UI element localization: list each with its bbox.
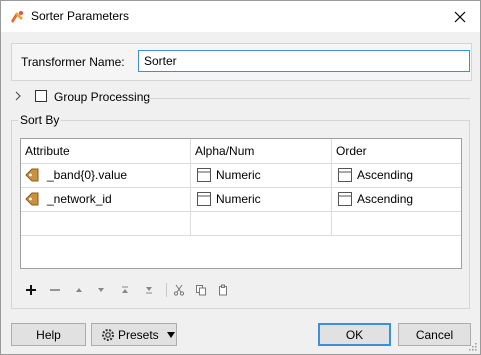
title-bar: Sorter Parameters <box>1 1 480 32</box>
transformer-name-panel: Transformer Name: <box>11 43 472 81</box>
attribute-cell[interactable] <box>21 211 191 235</box>
table-header-row: Attribute Alpha/Num Order <box>21 139 461 164</box>
remove-icon <box>50 289 60 291</box>
order-cell[interactable]: Ascending <box>332 187 461 211</box>
table-row[interactable]: _band{0}.value Numeric Ascending <box>21 163 461 188</box>
divider <box>147 98 470 99</box>
cut-button[interactable] <box>171 281 187 299</box>
move-top-icon <box>122 286 128 293</box>
cancel-button[interactable]: Cancel <box>398 323 471 346</box>
copy-icon <box>196 285 206 296</box>
column-header-alpha-num[interactable]: Alpha/Num <box>191 139 332 163</box>
dropdown-field-icon <box>338 168 352 182</box>
table-row[interactable]: _network_id Numeric Ascending <box>21 187 461 212</box>
group-processing-checkbox[interactable] <box>35 90 47 102</box>
close-button[interactable] <box>440 1 480 32</box>
presets-label: Presets <box>118 327 159 342</box>
attribute-icon <box>25 192 39 206</box>
chevron-right-icon[interactable] <box>12 90 24 102</box>
move-up-button[interactable] <box>71 281 87 299</box>
order-value: Ascending <box>357 168 414 182</box>
copy-button[interactable] <box>193 281 209 299</box>
column-header-attribute[interactable]: Attribute <box>21 139 191 163</box>
ok-button[interactable]: OK <box>318 323 391 346</box>
move-top-button[interactable] <box>117 281 133 299</box>
help-button[interactable]: Help <box>11 323 86 346</box>
sort-by-table: Attribute Alpha/Num Order _band{0}.value… <box>20 138 462 269</box>
dropdown-field-icon <box>338 192 352 206</box>
alpha-num-cell[interactable]: Numeric <box>191 187 332 211</box>
attribute-value: _band{0}.value <box>47 168 128 182</box>
alpha-num-value: Numeric <box>216 192 261 206</box>
move-down-icon <box>98 288 104 292</box>
move-down-button[interactable] <box>93 281 109 299</box>
move-up-icon <box>76 288 82 292</box>
sorter-parameters-dialog: Sorter Parameters Transformer Name: Grou… <box>0 0 481 355</box>
sort-by-label: Sort By <box>18 113 62 127</box>
add-icon <box>26 285 36 295</box>
column-header-order[interactable]: Order <box>332 139 461 163</box>
alpha-num-value: Numeric <box>216 168 261 182</box>
paste-icon <box>219 284 227 296</box>
cut-icon <box>173 284 185 296</box>
alpha-num-cell[interactable]: Numeric <box>191 163 332 187</box>
transformer-name-input[interactable] <box>138 50 470 72</box>
attribute-value: _network_id <box>47 192 112 206</box>
attribute-cell[interactable]: _band{0}.value <box>21 163 191 187</box>
group-processing-row: Group Processing <box>10 88 470 106</box>
group-processing-label: Group Processing <box>54 90 151 104</box>
move-bottom-icon <box>146 287 152 294</box>
attribute-icon <box>25 168 39 182</box>
gear-icon <box>102 328 114 341</box>
chevron-down-icon <box>166 331 175 338</box>
order-cell[interactable]: Ascending <box>332 163 461 187</box>
order-cell[interactable] <box>332 211 461 235</box>
move-bottom-button[interactable] <box>141 281 157 299</box>
dropdown-field-icon <box>197 192 211 206</box>
paste-button[interactable] <box>215 281 231 299</box>
transformer-name-label: Transformer Name: <box>21 55 125 69</box>
remove-row-button[interactable] <box>47 281 63 299</box>
add-row-button[interactable] <box>23 281 39 299</box>
resize-grip-icon[interactable] <box>467 341 477 351</box>
close-icon <box>454 11 466 22</box>
sorter-app-icon <box>11 11 23 23</box>
attribute-cell[interactable]: _network_id <box>21 187 191 211</box>
toolbar-separator <box>166 283 167 297</box>
alpha-num-cell[interactable] <box>191 211 332 235</box>
order-value: Ascending <box>357 192 414 206</box>
table-row-empty[interactable] <box>21 211 461 236</box>
dropdown-field-icon <box>197 168 211 182</box>
dialog-title: Sorter Parameters <box>31 9 130 23</box>
presets-button[interactable]: Presets <box>91 323 177 346</box>
